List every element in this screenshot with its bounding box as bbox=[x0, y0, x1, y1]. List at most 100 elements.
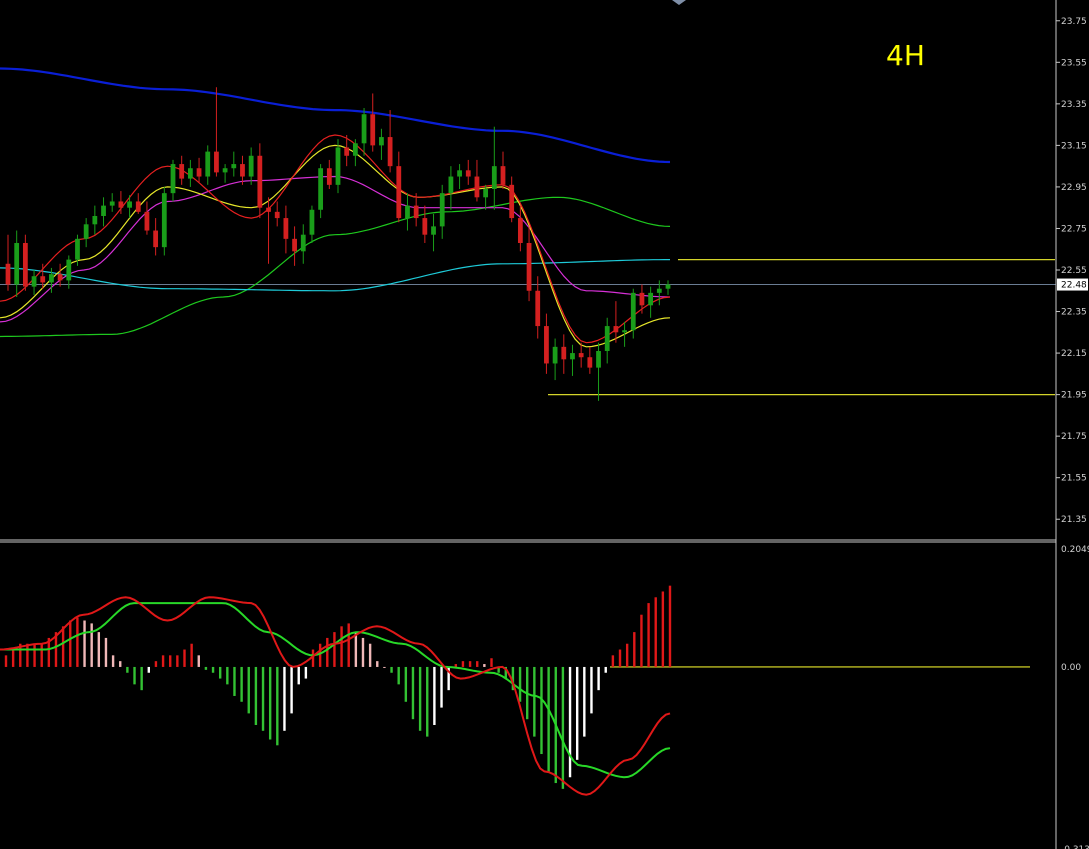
candle-body bbox=[144, 211, 150, 231]
histogram-bar bbox=[647, 603, 650, 667]
histogram-bar bbox=[433, 666, 436, 726]
histogram-bar bbox=[583, 666, 586, 737]
candle-body bbox=[622, 330, 627, 333]
histogram-bar bbox=[211, 666, 215, 673]
histogram-bar bbox=[104, 637, 108, 667]
candle-body bbox=[491, 166, 497, 189]
candle-body bbox=[457, 170, 462, 177]
histogram-bar bbox=[204, 666, 208, 670]
histogram-bar bbox=[411, 666, 415, 720]
timeframe-label: 4H bbox=[886, 39, 925, 72]
histogram-bar bbox=[97, 632, 101, 667]
histogram-bar bbox=[169, 655, 172, 667]
histogram-bar bbox=[590, 666, 593, 714]
histogram-bar bbox=[376, 661, 379, 667]
candle-body bbox=[153, 230, 159, 248]
price-tick-label: 21.55 bbox=[1061, 474, 1087, 484]
candle-body bbox=[413, 205, 419, 219]
candle-body bbox=[552, 346, 558, 364]
price-tick-label: 23.55 bbox=[1061, 58, 1087, 68]
price-tick-label: 21.35 bbox=[1061, 515, 1087, 525]
candle-body bbox=[639, 292, 645, 306]
candle-body bbox=[248, 155, 254, 177]
histogram-bar bbox=[354, 632, 358, 667]
candle-body bbox=[465, 170, 471, 177]
histogram-bar bbox=[597, 666, 600, 691]
candle-body bbox=[500, 166, 506, 185]
candle-body bbox=[448, 176, 454, 194]
trading-chart: 23.75 23.55 23.35 23.15 22.95 22.75 22.55 22.35… bbox=[0, 0, 1089, 849]
candle-body bbox=[561, 346, 567, 360]
candle-body bbox=[196, 168, 202, 177]
histogram-bar bbox=[176, 655, 179, 667]
candle-body bbox=[187, 168, 193, 179]
histogram-bar bbox=[654, 597, 657, 667]
histogram-bar bbox=[83, 620, 86, 667]
candle-body bbox=[361, 114, 367, 144]
candle-body bbox=[22, 243, 28, 287]
histogram-bar bbox=[540, 666, 543, 755]
candle-body bbox=[431, 226, 436, 235]
histogram-bar bbox=[368, 643, 372, 667]
candle-body bbox=[587, 357, 593, 368]
histogram-bar bbox=[240, 666, 243, 702]
histogram-bar bbox=[283, 666, 286, 731]
candle-body bbox=[613, 326, 619, 333]
candle-body bbox=[370, 114, 376, 146]
histogram-bar bbox=[347, 623, 350, 667]
candle-body bbox=[335, 147, 341, 185]
price-tick-label: 22.95 bbox=[1061, 183, 1087, 193]
histogram-bar bbox=[490, 658, 493, 667]
candle-body bbox=[300, 234, 306, 252]
histogram-bar bbox=[76, 617, 79, 667]
candle-body bbox=[118, 201, 124, 208]
price-tick-label: 23.75 bbox=[1061, 17, 1087, 27]
histogram-bar bbox=[633, 632, 636, 667]
current-price-label: 22.48 bbox=[1061, 281, 1087, 291]
histogram-bar bbox=[397, 666, 400, 685]
candle-body bbox=[422, 218, 428, 235]
candle-body bbox=[405, 205, 410, 219]
histogram-bar bbox=[69, 620, 72, 667]
histogram-bar bbox=[183, 649, 186, 667]
candle-body bbox=[66, 259, 72, 281]
candle-body bbox=[596, 351, 601, 368]
candle-body bbox=[57, 274, 63, 281]
candle-body bbox=[396, 166, 402, 219]
histogram-bar bbox=[404, 666, 408, 702]
candle-body bbox=[509, 184, 515, 219]
histogram-bar bbox=[318, 643, 322, 667]
price-tick-label: 21.75 bbox=[1061, 432, 1087, 442]
price-tick-label: 21.95 bbox=[1061, 391, 1087, 401]
histogram-bar bbox=[154, 661, 158, 667]
candle-body bbox=[170, 164, 176, 194]
candle-body bbox=[127, 201, 132, 208]
oscillator-tick-label: 0.00 bbox=[1061, 663, 1081, 673]
candle-body bbox=[344, 147, 350, 156]
histogram-bar bbox=[90, 623, 93, 667]
candle-body bbox=[439, 193, 445, 227]
candle-body bbox=[656, 288, 662, 293]
histogram-bar bbox=[326, 637, 329, 667]
histogram-bar bbox=[247, 666, 250, 714]
chart-background bbox=[0, 0, 1089, 849]
price-tick-label: 22.15 bbox=[1061, 349, 1087, 359]
price-tick-label: 22.55 bbox=[1061, 266, 1087, 276]
histogram-bar bbox=[26, 643, 29, 667]
histogram-bar bbox=[533, 666, 536, 737]
candle-body bbox=[274, 211, 280, 219]
histogram-bar bbox=[568, 666, 572, 778]
histogram-bar bbox=[604, 666, 607, 673]
histogram-bar bbox=[611, 655, 615, 667]
candle-body bbox=[665, 284, 671, 289]
candle-body bbox=[604, 326, 610, 351]
histogram-bar bbox=[468, 661, 472, 667]
candle-body bbox=[648, 292, 654, 306]
candle-body bbox=[292, 238, 297, 252]
histogram-bar bbox=[218, 666, 222, 679]
histogram-bar bbox=[61, 626, 65, 667]
candle-body bbox=[161, 193, 167, 248]
histogram-bar bbox=[340, 626, 343, 667]
candle-body bbox=[92, 216, 98, 225]
price-tick-label: 23.35 bbox=[1061, 100, 1087, 110]
